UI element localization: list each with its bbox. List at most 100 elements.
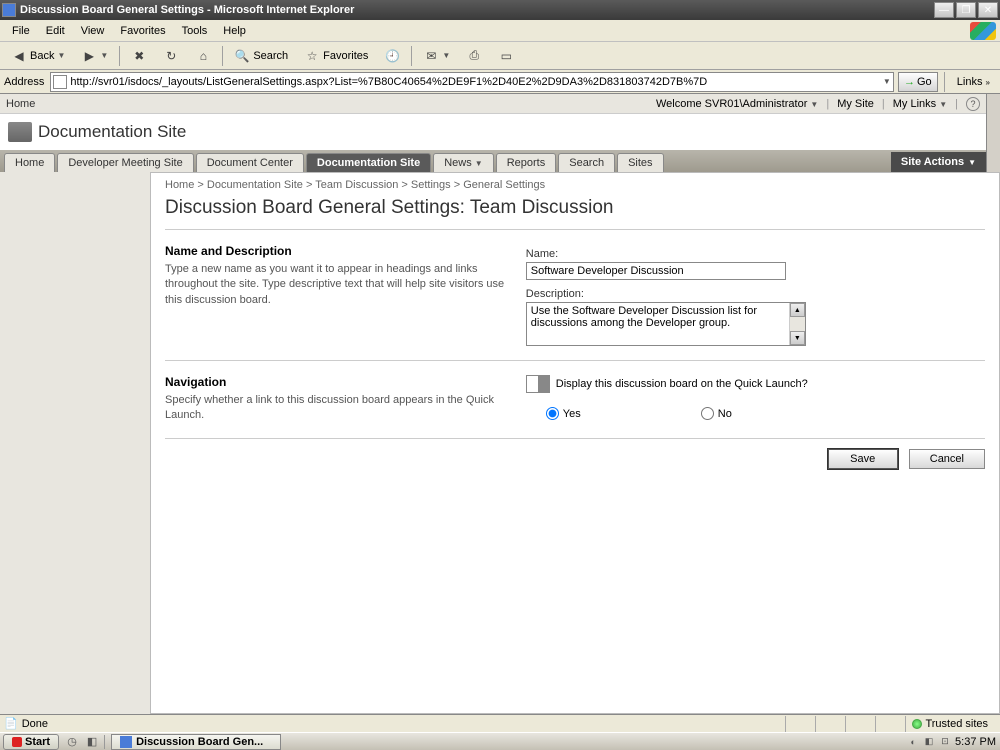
help-icon[interactable]: ? [966, 97, 980, 111]
page-status-icon: 📄 [4, 717, 18, 730]
star-icon: ☆ [304, 48, 320, 64]
address-input[interactable] [70, 76, 883, 88]
close-button[interactable]: ✕ [978, 2, 998, 18]
breadcrumb-team-discussion[interactable]: Team Discussion [315, 179, 398, 191]
breadcrumb-settings[interactable]: Settings [411, 179, 451, 191]
quick-launch-desktop-icon[interactable]: ◧ [84, 735, 100, 749]
status-text: Done [22, 718, 48, 730]
go-button[interactable]: → Go [898, 72, 938, 92]
my-links-dropdown[interactable]: My Links ▼ [893, 98, 947, 110]
chevron-down-icon: ▼ [442, 51, 450, 60]
menu-view[interactable]: View [73, 22, 113, 40]
taskbar-task-ie[interactable]: Discussion Board Gen... [111, 734, 281, 750]
quick-launch-prompt: Display this discussion board on the Qui… [556, 378, 808, 390]
tray-icon[interactable]: ◐ [907, 736, 919, 748]
menu-help[interactable]: Help [215, 22, 254, 40]
mail-button[interactable]: ✉▼ [416, 45, 457, 67]
separator [944, 72, 945, 92]
tab-reports[interactable]: Reports [496, 153, 557, 172]
separator [119, 46, 120, 66]
windows-logo-icon [970, 22, 996, 40]
tab-search[interactable]: Search [558, 153, 615, 172]
tab-news[interactable]: News ▼ [433, 153, 494, 172]
status-cell [845, 716, 875, 732]
site-title: Documentation Site [38, 122, 186, 142]
stop-icon: ✖ [131, 48, 147, 64]
name-label: Name: [526, 248, 985, 260]
tray-icon[interactable]: ⊡ [939, 736, 951, 748]
radio-yes[interactable]: Yes [546, 407, 581, 420]
refresh-button[interactable]: ↻ [156, 45, 186, 67]
separator [411, 46, 412, 66]
back-button[interactable]: ◀ Back ▼ [4, 45, 72, 67]
site-actions-menu[interactable]: Site Actions▼ [891, 152, 986, 172]
name-input[interactable] [526, 262, 786, 280]
search-label: Search [253, 50, 288, 62]
chevron-down-icon[interactable]: ▼ [883, 77, 891, 86]
home-button[interactable]: ⌂ [188, 45, 218, 67]
maximize-button[interactable]: ❐ [956, 2, 976, 18]
tab-home[interactable]: Home [4, 153, 55, 172]
edit-button[interactable]: ▭ [491, 45, 521, 67]
start-button[interactable]: Start [3, 734, 59, 750]
menu-edit[interactable]: Edit [38, 22, 73, 40]
global-home-link[interactable]: Home [6, 98, 35, 110]
welcome-text[interactable]: Welcome SVR01\Administrator ▼ [656, 98, 818, 110]
menu-favorites[interactable]: Favorites [112, 22, 173, 40]
scroll-up-icon[interactable]: ▲ [790, 303, 805, 317]
content-area: Home > Documentation Site > Team Discuss… [0, 172, 1000, 714]
window-titlebar: Discussion Board General Settings - Micr… [0, 0, 1000, 20]
menu-file[interactable]: File [4, 22, 38, 40]
breadcrumb-doc-site[interactable]: Documentation Site [207, 179, 303, 191]
browser-viewport: Home Welcome SVR01\Administrator ▼ | My … [0, 94, 1000, 714]
back-label: Back [30, 50, 54, 62]
radio-yes-input[interactable] [546, 407, 559, 420]
browser-toolbar: ◀ Back ▼ ▶ ▼ ✖ ↻ ⌂ 🔍 Search ☆ Favorites … [0, 42, 1000, 70]
cancel-button[interactable]: Cancel [909, 449, 985, 469]
history-button[interactable]: 🕘 [377, 45, 407, 67]
my-site-link[interactable]: My Site [837, 98, 874, 110]
name-desc-help: Type a new name as you want it to appear… [165, 262, 506, 308]
tab-documentation-site[interactable]: Documentation Site [306, 153, 431, 172]
status-cell [785, 716, 815, 732]
stop-button[interactable]: ✖ [124, 45, 154, 67]
description-textarea[interactable]: Use the Software Developer Discussion li… [527, 303, 789, 345]
save-button[interactable]: Save [828, 449, 898, 469]
system-tray: ◐ ◧ ⊡ 5:37 PM [907, 736, 996, 748]
links-button[interactable]: Links » [951, 76, 996, 88]
textarea-scrollbar[interactable]: ▲ ▼ [789, 303, 805, 345]
menu-bar: File Edit View Favorites Tools Help [0, 20, 1000, 42]
breadcrumb-home[interactable]: Home [165, 179, 194, 191]
tray-icon[interactable]: ◧ [923, 736, 935, 748]
section-name-description: Name and Description Type a new name as … [165, 236, 985, 354]
forward-button[interactable]: ▶ ▼ [74, 45, 115, 67]
radio-no-input[interactable] [701, 407, 714, 420]
history-icon: 🕘 [384, 48, 400, 64]
start-icon [12, 737, 22, 747]
navigation-heading: Navigation [165, 375, 506, 389]
navigation-help: Specify whether a link to this discussio… [165, 393, 506, 424]
trusted-sites-icon [912, 719, 922, 729]
tab-sites[interactable]: Sites [617, 153, 663, 172]
back-icon: ◀ [11, 48, 27, 64]
tab-developer-meeting[interactable]: Developer Meeting Site [57, 153, 193, 172]
name-desc-heading: Name and Description [165, 244, 506, 258]
quick-launch-ie-icon[interactable]: ◷ [64, 735, 80, 749]
tab-document-center[interactable]: Document Center [196, 153, 304, 172]
menu-tools[interactable]: Tools [174, 22, 216, 40]
search-button[interactable]: 🔍 Search [227, 45, 295, 67]
address-bar: Address ▼ → Go Links » [0, 70, 1000, 94]
address-input-wrap[interactable]: ▼ [50, 72, 893, 92]
radio-no[interactable]: No [701, 407, 732, 420]
home-icon: ⌂ [195, 48, 211, 64]
minimize-button[interactable]: — [934, 2, 954, 18]
global-nav: Home Welcome SVR01\Administrator ▼ | My … [0, 94, 986, 114]
refresh-icon: ↻ [163, 48, 179, 64]
favorites-button[interactable]: ☆ Favorites [297, 45, 375, 67]
ie-status-bar: 📄 Done Trusted sites [0, 714, 1000, 732]
scroll-down-icon[interactable]: ▼ [790, 331, 805, 345]
breadcrumb-current: General Settings [463, 179, 545, 191]
print-button[interactable]: ⎙ [459, 45, 489, 67]
site-tabs: Home Developer Meeting Site Document Cen… [0, 150, 986, 172]
mail-icon: ✉ [423, 48, 439, 64]
